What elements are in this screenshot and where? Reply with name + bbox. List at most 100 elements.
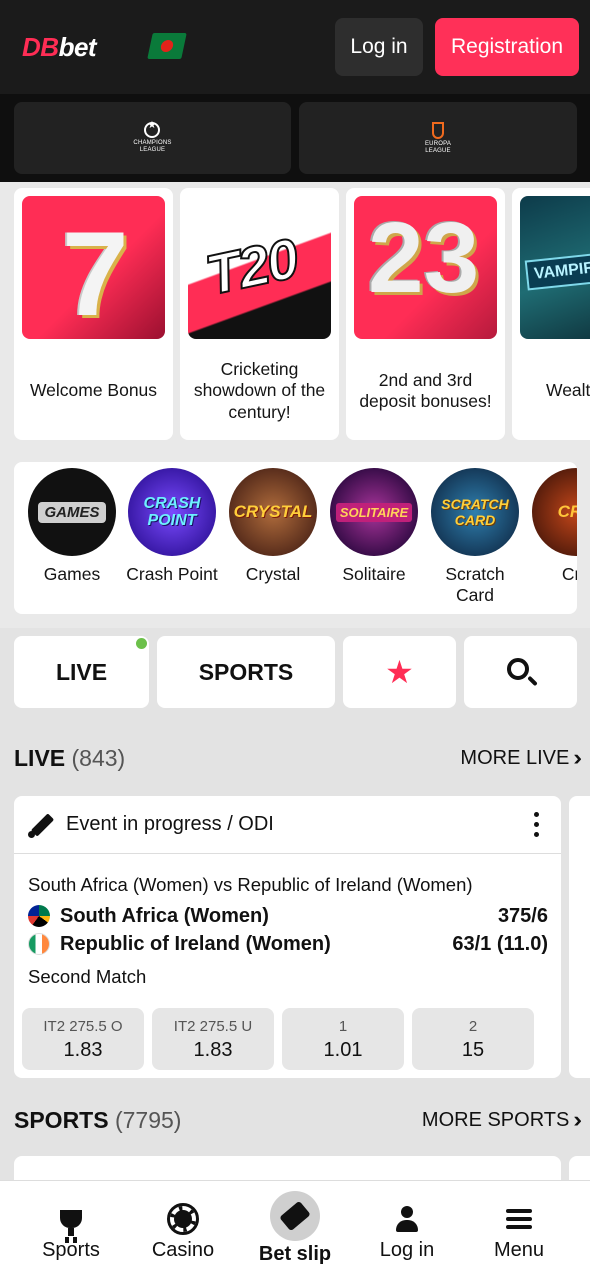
game-label: Games [43,564,101,584]
live-title: LIVE [14,744,66,771]
tab-search[interactable] [464,636,577,708]
event-match-title: South Africa (Women) vs Republic of Irel… [28,874,473,895]
europa-league-tile[interactable]: EUROPA LEAGUE [299,102,577,174]
nav-casino[interactable]: Casino [124,1181,242,1280]
tab-live[interactable]: LIVE [14,636,149,708]
scratch-card-icon: SCRATCH CARD [431,468,519,556]
game-tile[interactable]: SOLITAIRE Solitaire [328,468,420,585]
nav-menu[interactable]: Menu [460,1181,578,1280]
uel-line2: LEAGUE [425,147,451,154]
promo-title: 2nd and 3rd deposit bonuses! [359,369,492,412]
promo-carousel[interactable]: 7 Welcome Bonus T20 Cricketing showdown … [0,182,590,444]
promo-card[interactable]: VAMPIRE Wealt eterna [512,188,590,440]
nav-label: Bet slip [258,1243,332,1265]
games-icon: GAMES [28,468,116,556]
game-art-text: CRASH POINT [143,495,201,529]
promo-title: Welcome Bonus [29,380,158,401]
game-art-text: CRYSTAL [233,502,313,521]
game-tile[interactable]: CRA Cra [530,468,577,585]
odds-button[interactable]: 1 1.01 [282,1008,404,1070]
odds-button[interactable]: IT2 275.5 U 1.83 [152,1008,274,1070]
promo-title: Wealt eterna [546,380,590,401]
team-name: South Africa (Women) [60,904,269,927]
bet-slip-badge [270,1191,320,1241]
team-row: South Africa (Women) 375/6 [28,902,548,930]
game-tile[interactable]: CRYSTAL Crystal [227,468,319,585]
event-card-header: Event in progress / ODI [14,796,561,854]
double-chevron-right-icon: ›› [573,1107,581,1132]
game-label: Scratch Card [445,564,505,605]
event-note: Second Match [28,966,147,987]
bangladesh-flag-icon[interactable] [147,33,187,59]
promo-card[interactable]: 7 Welcome Bonus [14,188,173,440]
promo-card[interactable]: 23 2nd and 3rd deposit bonuses! [346,188,505,440]
live-event-card[interactable]: Event in progress / ODI South Africa (Wo… [14,796,561,1078]
game-tile[interactable]: CRASH POINT Crash Point [126,468,218,585]
starball-icon [144,122,161,138]
nav-login[interactable]: Log in [348,1181,466,1280]
promo-image-deposit: 23 [354,196,497,339]
tab-sports-label: SPORTS [198,658,294,685]
more-live-link[interactable]: MORE LIVE ›› [460,745,581,771]
sports-section-title: SPORTS (7795) [14,1107,181,1134]
game-tile[interactable]: GAMES Games [26,468,118,585]
double-chevron-right-icon: ›› [573,745,581,770]
odds-button[interactable]: 2 15 [412,1008,534,1070]
ucl-line2: LEAGUE [139,147,166,153]
champions-league-logo: CHAMPIONS LEAGUE [133,122,171,154]
promo-image-vampire: VAMPIRE [520,196,590,339]
live-event-card-next[interactable] [569,796,590,1078]
promo-image-welcome: 7 [22,196,165,339]
team-score: 63/1 (11.0) [452,932,548,955]
tab-favorites[interactable]: ★ [343,636,456,708]
nav-bet-slip[interactable]: Bet slip [236,1181,354,1280]
live-section-header: LIVE (843) MORE LIVE ›› [14,742,581,774]
dbbet-logo[interactable]: DBbet [22,30,97,64]
menu-icon [506,1209,532,1229]
trophy-icon [60,1210,82,1236]
sports-count: (7795) [114,1106,182,1133]
cricket-bat-icon [28,811,56,839]
odds-value: 15 [461,1039,485,1061]
more-sports-link[interactable]: MORE SPORTS ›› [422,1107,581,1133]
game-label: Crash Point [126,564,218,584]
nav-label: Sports [42,1239,100,1261]
chip-icon [167,1203,199,1235]
odds-value: 1.83 [63,1039,103,1061]
search-icon [506,658,529,680]
game-label: Cra [561,564,577,584]
promo-card[interactable]: T20 Cricketing showdown of the century! [180,188,339,440]
odds-value: 1.83 [193,1039,233,1061]
games-carousel[interactable]: GAMES Games CRASH POINT Crash Point CRYS… [14,462,577,614]
sports-section-header: SPORTS (7795) MORE SPORTS ›› [14,1104,581,1136]
ireland-flag-icon [28,933,50,955]
ticket-icon [279,1200,311,1232]
tab-sports[interactable]: SPORTS [157,636,335,708]
game-art-text: CRA [557,502,577,521]
promo-art-text: 23 [368,202,480,314]
champions-league-tile[interactable]: CHAMPIONS LEAGUE [14,102,291,174]
registration-button[interactable]: Registration [435,18,579,76]
promo-title: Cricketing showdown of the century! [193,358,326,422]
bottom-navigation: Sports Casino Bet slip Log in Menu [0,1180,590,1280]
team-name: Republic of Ireland (Women) [60,932,331,955]
europa-league-logo: EUROPA LEAGUE [425,121,451,155]
top-bar: DBbet Log in Registration [0,0,590,94]
nav-label: Menu [493,1239,545,1261]
logo-db-text: DB [22,31,59,62]
ucl-line1: CHAMPIONS [133,140,172,146]
nav-sports[interactable]: Sports [12,1181,130,1280]
team-row: Republic of Ireland (Women) 63/1 (11.0) [28,930,548,958]
odds-button[interactable]: IT2 275.5 O 1.83 [22,1008,144,1070]
game-art-text: SOLITAIRE [335,502,413,522]
logo-bet-text: bet [58,31,97,62]
login-button[interactable]: Log in [335,18,423,76]
game-art-text: SCRATCH CARD [441,496,509,528]
odds-label: 2 [468,1018,478,1035]
live-count: (843) [71,744,126,771]
more-options-icon[interactable] [534,812,539,837]
game-tile[interactable]: SCRATCH CARD Scratch Card [429,468,521,606]
more-live-label: MORE LIVE [460,746,570,769]
game-label: Solitaire [342,564,406,584]
game-label: Crystal [245,564,301,584]
